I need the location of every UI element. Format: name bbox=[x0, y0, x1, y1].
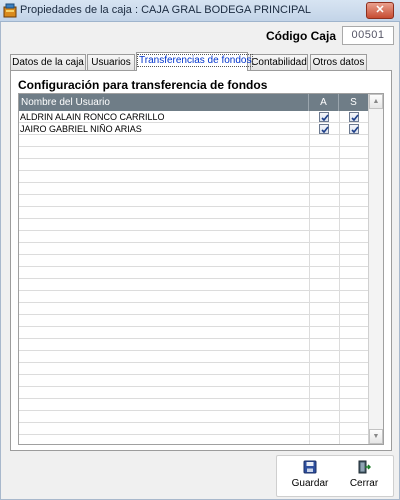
scroll-down-button[interactable]: ▼ bbox=[369, 429, 383, 444]
tab-otros-datos[interactable]: Otros datos bbox=[310, 54, 367, 70]
tab-usuarios[interactable]: Usuarios bbox=[87, 54, 135, 70]
table-row[interactable]: JAIRO GABRIEL NIÑO ARIAS bbox=[19, 123, 369, 135]
transferencias-panel: Configuración para transferencia de fond… bbox=[10, 70, 392, 451]
code-label: Código Caja bbox=[265, 29, 336, 43]
checkmark-icon bbox=[351, 126, 359, 134]
checkmark-icon bbox=[321, 114, 329, 122]
close-window-button[interactable]: ✕ bbox=[366, 2, 394, 19]
vertical-scrollbar[interactable]: ▲ ▼ bbox=[368, 94, 383, 444]
floppy-disk-icon bbox=[303, 460, 317, 474]
checkbox-a[interactable] bbox=[319, 124, 329, 134]
checkmark-icon bbox=[351, 114, 359, 122]
close-label: Cerrar bbox=[349, 478, 379, 489]
tab-transferencias[interactable]: Transferencias de fondos bbox=[136, 52, 254, 71]
checkbox-s[interactable] bbox=[349, 112, 359, 122]
table-row[interactable]: ALDRIN ALAIN RONCO CARRILLO bbox=[19, 111, 369, 123]
title-bar: Propiedades de la caja : CAJA GRAL BODEG… bbox=[0, 0, 400, 22]
users-grid: Nombre del Usuario A S ALDRIN ALAIN RONC… bbox=[18, 93, 384, 445]
column-divider bbox=[339, 111, 340, 444]
user-name-cell: ALDRIN ALAIN RONCO CARRILLO bbox=[20, 112, 165, 122]
app-icon bbox=[3, 3, 17, 18]
exit-door-icon bbox=[358, 460, 371, 474]
column-header-a[interactable]: A bbox=[309, 94, 339, 111]
window-title: Propiedades de la caja : CAJA GRAL BODEG… bbox=[20, 4, 312, 16]
tab-contabilidad[interactable]: Contabilidad bbox=[250, 54, 308, 70]
close-button[interactable]: Cerrar bbox=[339, 460, 389, 494]
scroll-up-button[interactable]: ▲ bbox=[369, 94, 383, 109]
column-divider bbox=[309, 111, 310, 444]
column-header-name[interactable]: Nombre del Usuario bbox=[19, 94, 309, 111]
checkmark-icon bbox=[321, 126, 329, 134]
column-header-s[interactable]: S bbox=[339, 94, 369, 111]
grid-header: Nombre del Usuario A S bbox=[19, 94, 369, 111]
section-title: Configuración para transferencia de fond… bbox=[18, 78, 268, 92]
action-panel: Guardar Cerrar bbox=[276, 455, 394, 497]
grid-rows-area bbox=[19, 111, 369, 444]
checkbox-a[interactable] bbox=[319, 112, 329, 122]
save-label: Guardar bbox=[291, 478, 329, 489]
code-field: 00501 bbox=[342, 26, 394, 45]
tab-datos-caja[interactable]: Datos de la caja bbox=[10, 54, 86, 70]
checkbox-s[interactable] bbox=[349, 124, 359, 134]
save-button[interactable]: Guardar bbox=[285, 460, 335, 494]
user-name-cell: JAIRO GABRIEL NIÑO ARIAS bbox=[20, 124, 142, 134]
